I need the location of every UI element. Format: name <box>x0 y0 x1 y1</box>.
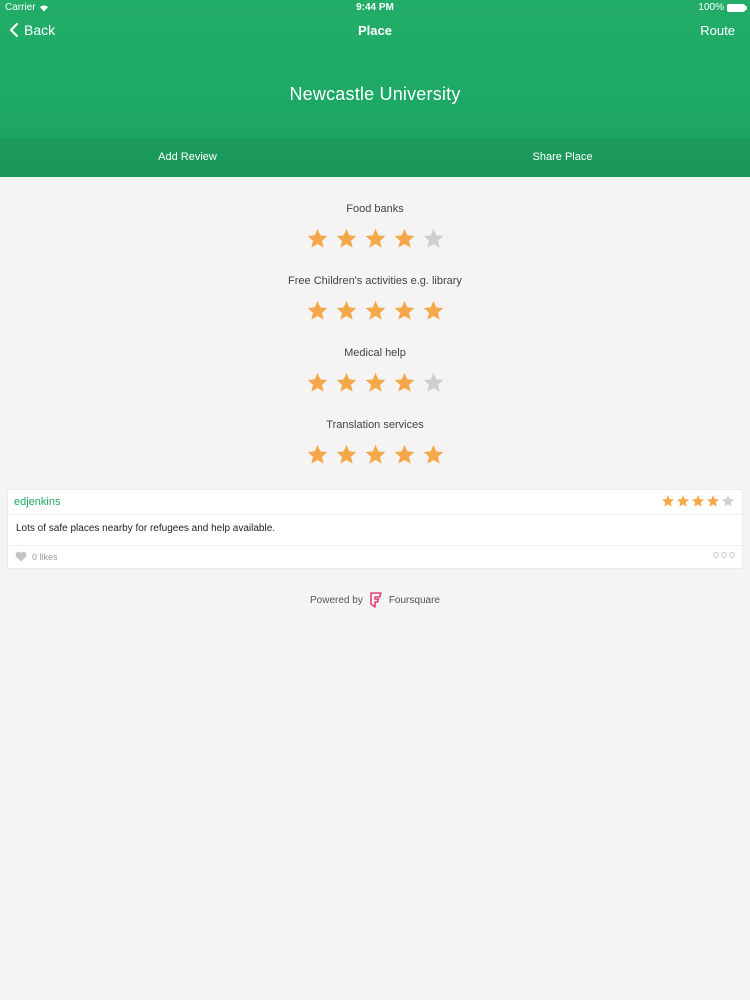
rating-stars <box>0 299 750 322</box>
status-time: 9:44 PM <box>356 2 394 13</box>
divider <box>8 514 742 515</box>
star-filled-icon <box>307 228 327 248</box>
star-empty-icon <box>423 372 443 392</box>
rating-item: Medical help <box>0 347 750 394</box>
star-filled-icon <box>336 444 356 464</box>
battery-indicator: 100% <box>698 2 747 13</box>
review-username[interactable]: edjenkins <box>14 496 60 508</box>
star-empty-icon <box>423 228 443 248</box>
star-filled-icon <box>394 444 414 464</box>
rating-stars <box>0 443 750 466</box>
more-dots-icon[interactable] <box>713 552 735 558</box>
foursquare-brand: Foursquare <box>388 594 440 606</box>
rating-label: Translation services <box>326 419 424 431</box>
star-filled-icon <box>423 444 443 464</box>
battery-label: 100% <box>698 2 724 13</box>
star-filled-icon <box>706 495 720 507</box>
route-button[interactable]: Route <box>700 23 735 38</box>
review-card: edjenkins Lots of safe places nearby for… <box>7 489 743 569</box>
star-filled-icon <box>676 495 690 507</box>
place-header: Carrier 9:44 PM 100% Back Place Route Ne… <box>0 0 750 177</box>
navigation-bar: Back Place Route <box>0 16 750 46</box>
star-empty-icon <box>721 495 735 507</box>
rating-label: Medical help <box>344 347 406 359</box>
star-filled-icon <box>365 228 385 248</box>
star-filled-icon <box>365 300 385 320</box>
heart-icon <box>15 551 27 562</box>
add-review-button[interactable]: Add Review <box>0 151 375 163</box>
rating-item: Translation services <box>0 419 750 466</box>
star-filled-icon <box>336 300 356 320</box>
rating-stars <box>0 227 750 250</box>
star-filled-icon <box>661 495 675 507</box>
place-name: Newcastle University <box>289 84 461 104</box>
review-text: Lots of safe places nearby for refugees … <box>16 523 276 534</box>
star-filled-icon <box>365 372 385 392</box>
nav-title: Place <box>358 23 392 38</box>
review-rating <box>661 494 735 508</box>
star-filled-icon <box>423 300 443 320</box>
powered-by-footer: Powered by Foursquare <box>0 592 750 608</box>
status-bar: Carrier 9:44 PM 100% <box>0 0 750 16</box>
star-filled-icon <box>394 300 414 320</box>
like-button[interactable]: 0 likes <box>15 551 58 562</box>
likes-count: 0 likes <box>32 551 58 562</box>
star-filled-icon <box>336 228 356 248</box>
star-filled-icon <box>394 372 414 392</box>
divider <box>8 545 742 546</box>
share-place-button[interactable]: Share Place <box>375 151 750 163</box>
rating-stars <box>0 371 750 394</box>
star-filled-icon <box>307 372 327 392</box>
star-filled-icon <box>336 372 356 392</box>
rating-label: Food banks <box>346 203 404 215</box>
rating-label: Free Children's activities e.g. library <box>288 275 462 287</box>
action-bar: Add Review Share Place <box>0 138 750 177</box>
foursquare-logo-icon <box>370 592 382 608</box>
star-filled-icon <box>307 300 327 320</box>
star-filled-icon <box>307 444 327 464</box>
battery-icon <box>727 3 747 12</box>
rating-item: Food banks <box>0 203 750 250</box>
star-filled-icon <box>394 228 414 248</box>
powered-by-label: Powered by <box>310 594 363 606</box>
rating-item: Free Children's activities e.g. library <box>0 275 750 322</box>
star-filled-icon <box>691 495 705 507</box>
star-filled-icon <box>365 444 385 464</box>
